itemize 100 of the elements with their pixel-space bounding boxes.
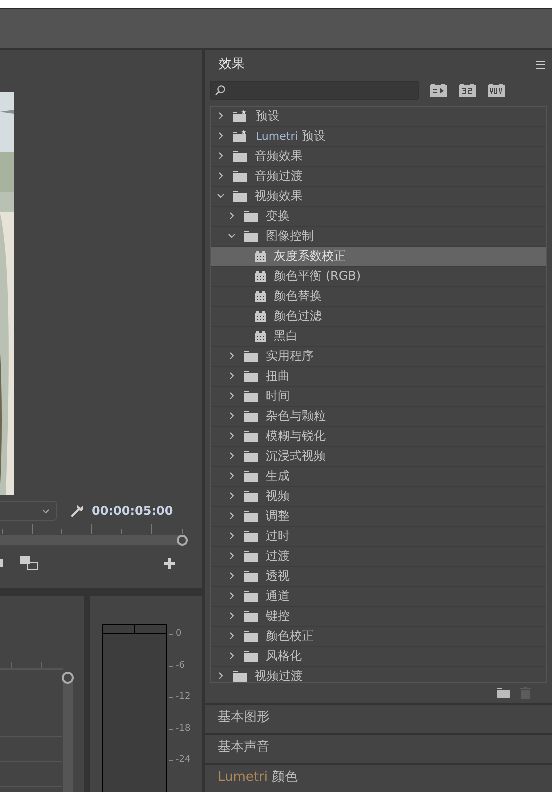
chevron-right-icon[interactable]	[217, 112, 225, 120]
tree-item-label: 颜色替换	[274, 290, 322, 302]
accelerated-effects-icon[interactable]	[430, 84, 447, 98]
chevron-right-icon[interactable]	[228, 352, 236, 360]
tree-item[interactable]: 过时	[211, 526, 546, 547]
tree-item[interactable]: 沉浸式视频	[211, 446, 546, 467]
chevron-right-icon[interactable]	[228, 652, 236, 660]
chevron-right-icon[interactable]	[217, 132, 225, 140]
chevron-right-icon[interactable]	[228, 612, 236, 620]
chevron-right-icon[interactable]	[228, 452, 236, 460]
tree-item[interactable]: 视频	[211, 486, 546, 507]
tree-item[interactable]: 过渡	[211, 546, 546, 567]
folder-icon	[244, 630, 258, 642]
tree-item-label: 灰度系数校正	[274, 250, 346, 262]
tree-item-label: 沉浸式视频	[266, 450, 326, 462]
tree-item-label: 扭曲	[266, 370, 290, 382]
folder-icon	[244, 370, 258, 382]
tree-item[interactable]: 扭曲	[211, 366, 546, 387]
collapsed-panel-header[interactable]: 基本声音	[205, 735, 552, 763]
tree-item-label: 视频效果	[255, 190, 303, 202]
panel-header-label: 基本声音	[218, 740, 270, 756]
chevron-right-icon[interactable]	[217, 672, 225, 680]
folder-icon	[244, 570, 258, 582]
chevron-right-icon[interactable]	[228, 472, 236, 480]
tree-item[interactable]: 杂色与颗粒	[211, 406, 546, 427]
scroll-handle[interactable]	[62, 672, 74, 684]
effect-icon	[255, 290, 266, 302]
folder-icon	[244, 350, 258, 362]
film-overlay-icon[interactable]	[20, 556, 39, 570]
chevron-right-icon[interactable]	[228, 372, 236, 380]
meter-scale-label: -18	[176, 722, 191, 736]
folder-icon	[244, 410, 258, 422]
tree-item[interactable]: 视频过渡	[211, 666, 546, 682]
tree-item-label: 颜色校正	[266, 630, 314, 642]
tree-item-label: 变换	[266, 210, 290, 222]
tree-item[interactable]: 颜色过滤	[211, 306, 546, 327]
chevron-right-icon[interactable]	[228, 212, 236, 220]
collapsed-panel-header[interactable]: 基本图形	[205, 705, 552, 733]
tree-item[interactable]: 调整	[211, 506, 546, 527]
tree-item[interactable]: 音频过渡	[211, 166, 546, 187]
tree-item-label: 黑白	[274, 330, 298, 342]
tree-item[interactable]: 黑白	[211, 326, 546, 347]
new-folder-icon[interactable]	[497, 688, 510, 698]
tree-item-label: 模糊与锐化	[266, 430, 326, 442]
tree-item[interactable]: 音频效果	[211, 146, 546, 167]
time-slider[interactable]	[0, 535, 188, 546]
tree-item[interactable]: 变换	[211, 206, 546, 227]
folder-icon	[244, 510, 258, 522]
search-icon	[215, 85, 226, 96]
chevron-right-icon[interactable]	[228, 572, 236, 580]
tree-item[interactable]: 灰度系数校正	[211, 246, 546, 267]
tree-item[interactable]: 预设	[211, 106, 546, 127]
collapsed-panel-header[interactable]: Lumetri 颜色	[205, 765, 552, 792]
tree-item[interactable]: 风格化	[211, 646, 546, 667]
chevron-right-icon[interactable]	[228, 532, 236, 540]
keyframe-ruler	[0, 662, 63, 670]
effect-icon	[255, 330, 266, 342]
tree-item[interactable]: 颜色校正	[211, 626, 546, 647]
tree-item[interactable]: 通道	[211, 586, 546, 607]
chevron-right-icon[interactable]	[228, 552, 236, 560]
tree-item[interactable]: 键控	[211, 606, 546, 627]
chevron-right-icon[interactable]	[228, 512, 236, 520]
chevron-right-icon[interactable]	[228, 392, 236, 400]
tree-item[interactable]: 颜色平衡 (RGB)	[211, 266, 546, 287]
chevron-down-icon	[42, 508, 50, 514]
chevron-right-icon[interactable]	[228, 492, 236, 500]
chevron-right-icon[interactable]	[228, 632, 236, 640]
tree-item[interactable]: 生成	[211, 466, 546, 487]
timecode: 00:00:05:00	[92, 503, 174, 520]
chevron-right-icon[interactable]	[228, 432, 236, 440]
effect-icon	[255, 250, 266, 262]
tree-item[interactable]: 透视	[211, 566, 546, 587]
search-field[interactable]	[210, 81, 419, 100]
yuv-icon[interactable]	[488, 84, 505, 98]
tree-item[interactable]: 模糊与锐化	[211, 426, 546, 447]
tree-item-label: 过时	[266, 530, 290, 542]
tree-item[interactable]: 时间	[211, 386, 546, 407]
chevron-right-icon[interactable]	[228, 592, 236, 600]
chevron-right-icon[interactable]	[217, 152, 225, 160]
tree-item-label: 生成	[266, 470, 290, 482]
tree-item-label: 风格化	[266, 650, 302, 662]
folder-icon	[244, 590, 258, 602]
chevron-right-icon[interactable]	[228, 412, 236, 420]
tree-item-label: 音频过渡	[255, 170, 303, 182]
tree-item[interactable]: 实用程序	[211, 346, 546, 367]
tree-item[interactable]: 颜色替换	[211, 286, 546, 307]
add-icon[interactable]	[164, 558, 175, 568]
folder-icon	[244, 650, 258, 662]
folder-icon	[244, 210, 258, 222]
chevron-down-icon[interactable]	[228, 232, 236, 240]
folder-icon	[233, 670, 247, 682]
tree-item[interactable]: Lumetri 预设	[211, 126, 546, 147]
meter-scale-label: 0	[176, 628, 182, 641]
tree-item[interactable]: 视频效果	[211, 186, 546, 207]
menu-icon[interactable]	[536, 60, 545, 69]
wrench-icon[interactable]	[69, 504, 84, 518]
chevron-down-icon[interactable]	[217, 192, 225, 200]
folder-icon	[244, 490, 258, 502]
32-bit-icon[interactable]	[459, 84, 476, 98]
chevron-right-icon[interactable]	[217, 172, 225, 180]
